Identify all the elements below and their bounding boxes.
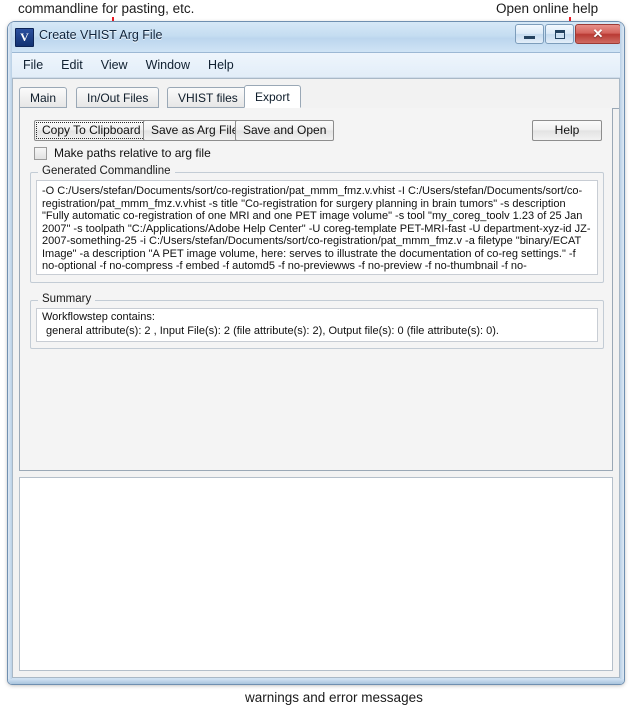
maximize-button[interactable] [545, 24, 574, 44]
generated-commandline-group: Generated Commandline -O C:/Users/stefan… [30, 165, 604, 283]
close-icon: ✕ [592, 26, 604, 41]
make-paths-relative-row[interactable]: Make paths relative to arg file [34, 146, 211, 160]
make-paths-relative-label: Make paths relative to arg file [54, 146, 211, 160]
close-button[interactable]: ✕ [575, 24, 621, 44]
messages-pane[interactable] [19, 477, 613, 671]
export-panel: Copy To Clipboard Save as Arg File Save … [19, 108, 613, 471]
tab-export[interactable]: Export [244, 85, 301, 108]
menu-item-edit[interactable]: Edit [52, 55, 92, 75]
summary-title: Summary [38, 293, 96, 305]
help-button[interactable]: Help [532, 120, 602, 141]
minimize-button[interactable] [515, 24, 544, 44]
annotation-commandline: commandline for pasting, etc. [18, 1, 195, 16]
summary-line-1: Workflowstep contains: [42, 311, 155, 323]
client-area: Main In/Out Files VHIST files Export Cop… [12, 78, 620, 678]
window-edge-bottom [8, 679, 624, 684]
menu-item-window[interactable]: Window [137, 55, 199, 75]
window-edge-left [8, 22, 12, 684]
minimize-icon [524, 35, 535, 39]
window-title: Create VHIST Arg File [39, 28, 163, 42]
tab-vhist-files[interactable]: VHIST files [167, 87, 249, 108]
annotation-warnings: warnings and error messages [245, 690, 423, 705]
menu-item-view[interactable]: View [92, 55, 137, 75]
tab-strip: Main In/Out Files VHIST files Export [19, 85, 619, 109]
summary-textbox: Workflowstep contains: general attribute… [36, 308, 598, 342]
save-as-arg-file-button[interactable]: Save as Arg File [143, 120, 247, 141]
copy-to-clipboard-button[interactable]: Copy To Clipboard [34, 120, 149, 141]
annotation-online-help: Open online help [496, 1, 599, 16]
summary-group: Summary Workflowstep contains: general a… [30, 293, 604, 349]
make-paths-relative-checkbox[interactable] [34, 146, 47, 160]
title-bar[interactable]: V Create VHIST Arg File ✕ [8, 22, 624, 53]
maximize-icon [554, 29, 565, 39]
summary-line-2: general attribute(s): 2 , Input File(s):… [46, 324, 499, 337]
generated-commandline-text: -O C:/Users/stefan/Documents/sort/co-reg… [42, 185, 591, 274]
save-and-open-button[interactable]: Save and Open [235, 120, 335, 141]
window-controls: ✕ [514, 24, 621, 44]
application-window: V Create VHIST Arg File ✕ File Edit View… [8, 22, 624, 684]
screenshot-root: commandline for pasting, etc. Open onlin… [0, 0, 632, 710]
generated-commandline-textbox[interactable]: -O C:/Users/stefan/Documents/sort/co-reg… [36, 180, 598, 275]
tab-in-out-files[interactable]: In/Out Files [76, 87, 160, 108]
menu-item-file[interactable]: File [14, 55, 52, 75]
window-edge-right [620, 22, 624, 684]
generated-commandline-title: Generated Commandline [38, 165, 175, 177]
tab-main[interactable]: Main [19, 87, 68, 108]
menu-bar: File Edit View Window Help [8, 53, 624, 78]
app-icon: V [15, 28, 34, 47]
menu-item-help[interactable]: Help [199, 55, 243, 75]
